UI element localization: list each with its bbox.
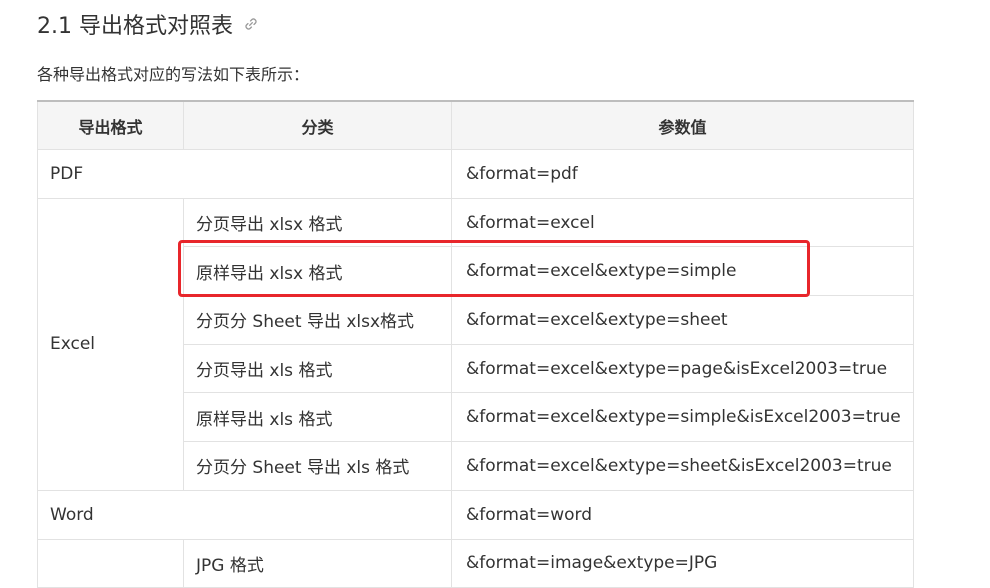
param-cell: &format=excel&extype=sheet — [451, 295, 914, 345]
param-cell: &format=pdf — [451, 149, 914, 199]
format-cell — [37, 538, 184, 588]
category-cell: 分页分 Sheet 导出 xls 格式 — [183, 441, 452, 491]
param-cell: &format=excel&extype=simple — [451, 246, 914, 297]
table-row: JPG 格式 &format=image&extype=JPG — [37, 538, 914, 588]
table-row: PDF &format=pdf — [37, 149, 914, 199]
param-cell: &format=word — [451, 489, 914, 540]
format-cell: Excel — [37, 197, 184, 491]
category-cell: 分页导出 xlsx 格式 — [183, 197, 452, 248]
table-row: Excel 分页导出 xlsx 格式 &format=excel — [37, 197, 914, 491]
table-row: Word &format=word — [37, 489, 914, 540]
intro-text: 各种导出格式对应的写法如下表所示： — [37, 65, 310, 84]
category-cell: 分页导出 xls 格式 — [183, 343, 452, 394]
category-cell: 原样导出 xlsx 格式 — [183, 246, 452, 297]
section-heading: 2.1 导出格式对照表 — [37, 8, 259, 40]
param-cell: &format=excel&extype=sheet&isExcel2003=t… — [451, 441, 914, 491]
table-header-row: 导出格式 分类 参数值 — [37, 100, 914, 150]
header-param: 参数值 — [451, 100, 914, 150]
format-cell: Word — [37, 489, 452, 540]
category-cell: 分页分 Sheet 导出 xlsx格式 — [183, 295, 452, 345]
format-table: 导出格式 分类 参数值 PDF &format=pdf Excel 分页导出 x… — [37, 100, 914, 588]
link-icon[interactable] — [243, 16, 259, 32]
category-cell: JPG 格式 — [183, 538, 452, 588]
param-cell: &format=image&extype=JPG — [451, 538, 914, 588]
param-cell: &format=excel&extype=page&isExcel2003=tr… — [451, 343, 914, 394]
format-cell: PDF — [37, 149, 452, 199]
param-cell: &format=excel — [451, 197, 914, 248]
category-cell: 原样导出 xls 格式 — [183, 392, 452, 443]
header-format: 导出格式 — [37, 100, 184, 150]
section-title: 2.1 导出格式对照表 — [37, 14, 233, 39]
param-cell: &format=excel&extype=simple&isExcel2003=… — [451, 392, 914, 443]
header-category: 分类 — [183, 100, 452, 150]
